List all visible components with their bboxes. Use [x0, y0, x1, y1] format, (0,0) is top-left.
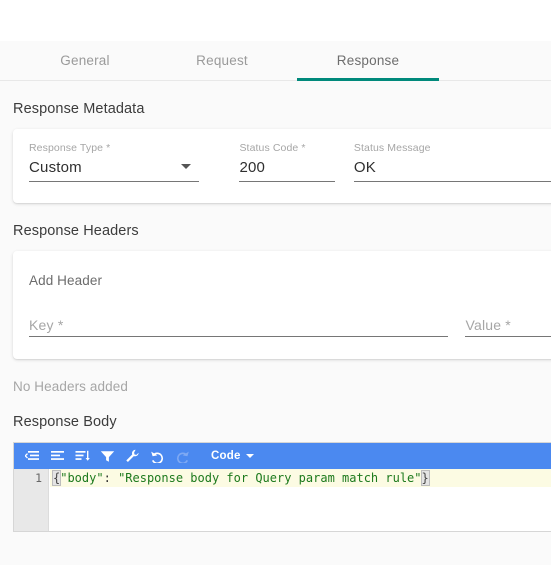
header-key-underline — [29, 336, 448, 337]
code-token-string: "Response body for Query param match rul… — [118, 471, 422, 485]
response-body-title: Response Body — [13, 414, 117, 430]
transform-wrench-icon[interactable] — [120, 445, 145, 467]
json-editor-pane[interactable]: 1 {"body": "Response body for Query para… — [14, 469, 551, 531]
filter-icon[interactable] — [95, 445, 120, 467]
no-headers-empty-state: No Headers added — [13, 379, 128, 394]
compact-icon[interactable] — [20, 445, 45, 467]
format-icon[interactable] — [45, 445, 70, 467]
status-message-label: Status Message — [353, 142, 431, 154]
dialog-header-strip — [0, 0, 551, 41]
chevron-down-icon[interactable] — [181, 164, 191, 169]
code-token-key: "body" — [60, 471, 104, 485]
response-type-label: Response Type * — [29, 142, 111, 154]
text-cursor — [428, 471, 430, 484]
status-message-field[interactable]: Status Message OK — [353, 141, 551, 182]
tab-general-label: General — [60, 52, 110, 68]
header-key-placeholder: Key * — [29, 317, 64, 333]
header-key-input[interactable]: Key * — [29, 314, 448, 337]
code-token-close-brace: } — [420, 470, 430, 486]
response-metadata-card: Response Type * Custom Status Code * 200… — [13, 129, 551, 203]
tab-response[interactable]: Response — [297, 41, 439, 81]
response-metadata-fields-row: Response Type * Custom Status Code * 200… — [13, 129, 551, 203]
header-value-underline — [465, 336, 551, 337]
editor-code-area[interactable]: {"body": "Response body for Query param … — [50, 469, 551, 531]
add-header-title: Add Header — [29, 273, 103, 288]
response-tab-content: Response Metadata Response Type * Custom… — [0, 81, 551, 565]
line-number: 1 — [35, 471, 42, 485]
tab-bar: General Request Response — [0, 41, 551, 81]
redo-icon[interactable] — [170, 445, 195, 467]
code-token-colon: : — [103, 471, 111, 485]
status-code-underline — [239, 181, 336, 182]
tab-general[interactable]: General — [26, 41, 144, 81]
chevron-down-icon — [245, 454, 254, 458]
tab-request-label: Request — [196, 52, 248, 68]
header-value-input[interactable]: Value * — [465, 314, 551, 337]
editor-gutter: 1 — [14, 469, 49, 531]
tab-request[interactable]: Request — [159, 41, 285, 81]
status-code-value: 200 — [239, 159, 266, 176]
response-type-select[interactable]: Response Type * Custom — [29, 141, 199, 182]
response-metadata-title: Response Metadata — [13, 101, 145, 117]
response-type-value: Custom — [29, 159, 82, 176]
status-message-value: OK — [353, 159, 376, 176]
undo-icon[interactable] — [145, 445, 170, 467]
code-line-1[interactable]: {"body": "Response body for Query param … — [50, 469, 551, 487]
status-code-field[interactable]: Status Code * 200 — [239, 141, 336, 182]
editor-mode-label: Code — [211, 450, 241, 462]
response-tab-dialog: General Request Response Response Metada… — [0, 0, 551, 565]
add-header-card: Add Header Key * Value * — [13, 251, 551, 359]
header-key-value-row: Key * Value * — [13, 288, 551, 359]
json-editor: Code 1 {"body": "Response body for Query… — [13, 442, 551, 532]
status-code-label: Status Code * — [239, 142, 306, 154]
editor-mode-dropdown[interactable]: Code — [207, 450, 254, 462]
status-message-underline — [353, 181, 551, 182]
response-headers-title: Response Headers — [13, 223, 139, 239]
response-type-underline — [29, 181, 199, 182]
header-value-placeholder: Value * — [465, 317, 511, 333]
sort-icon[interactable] — [70, 445, 95, 467]
tab-response-label: Response — [336, 52, 400, 68]
json-editor-toolbar: Code — [14, 443, 551, 469]
